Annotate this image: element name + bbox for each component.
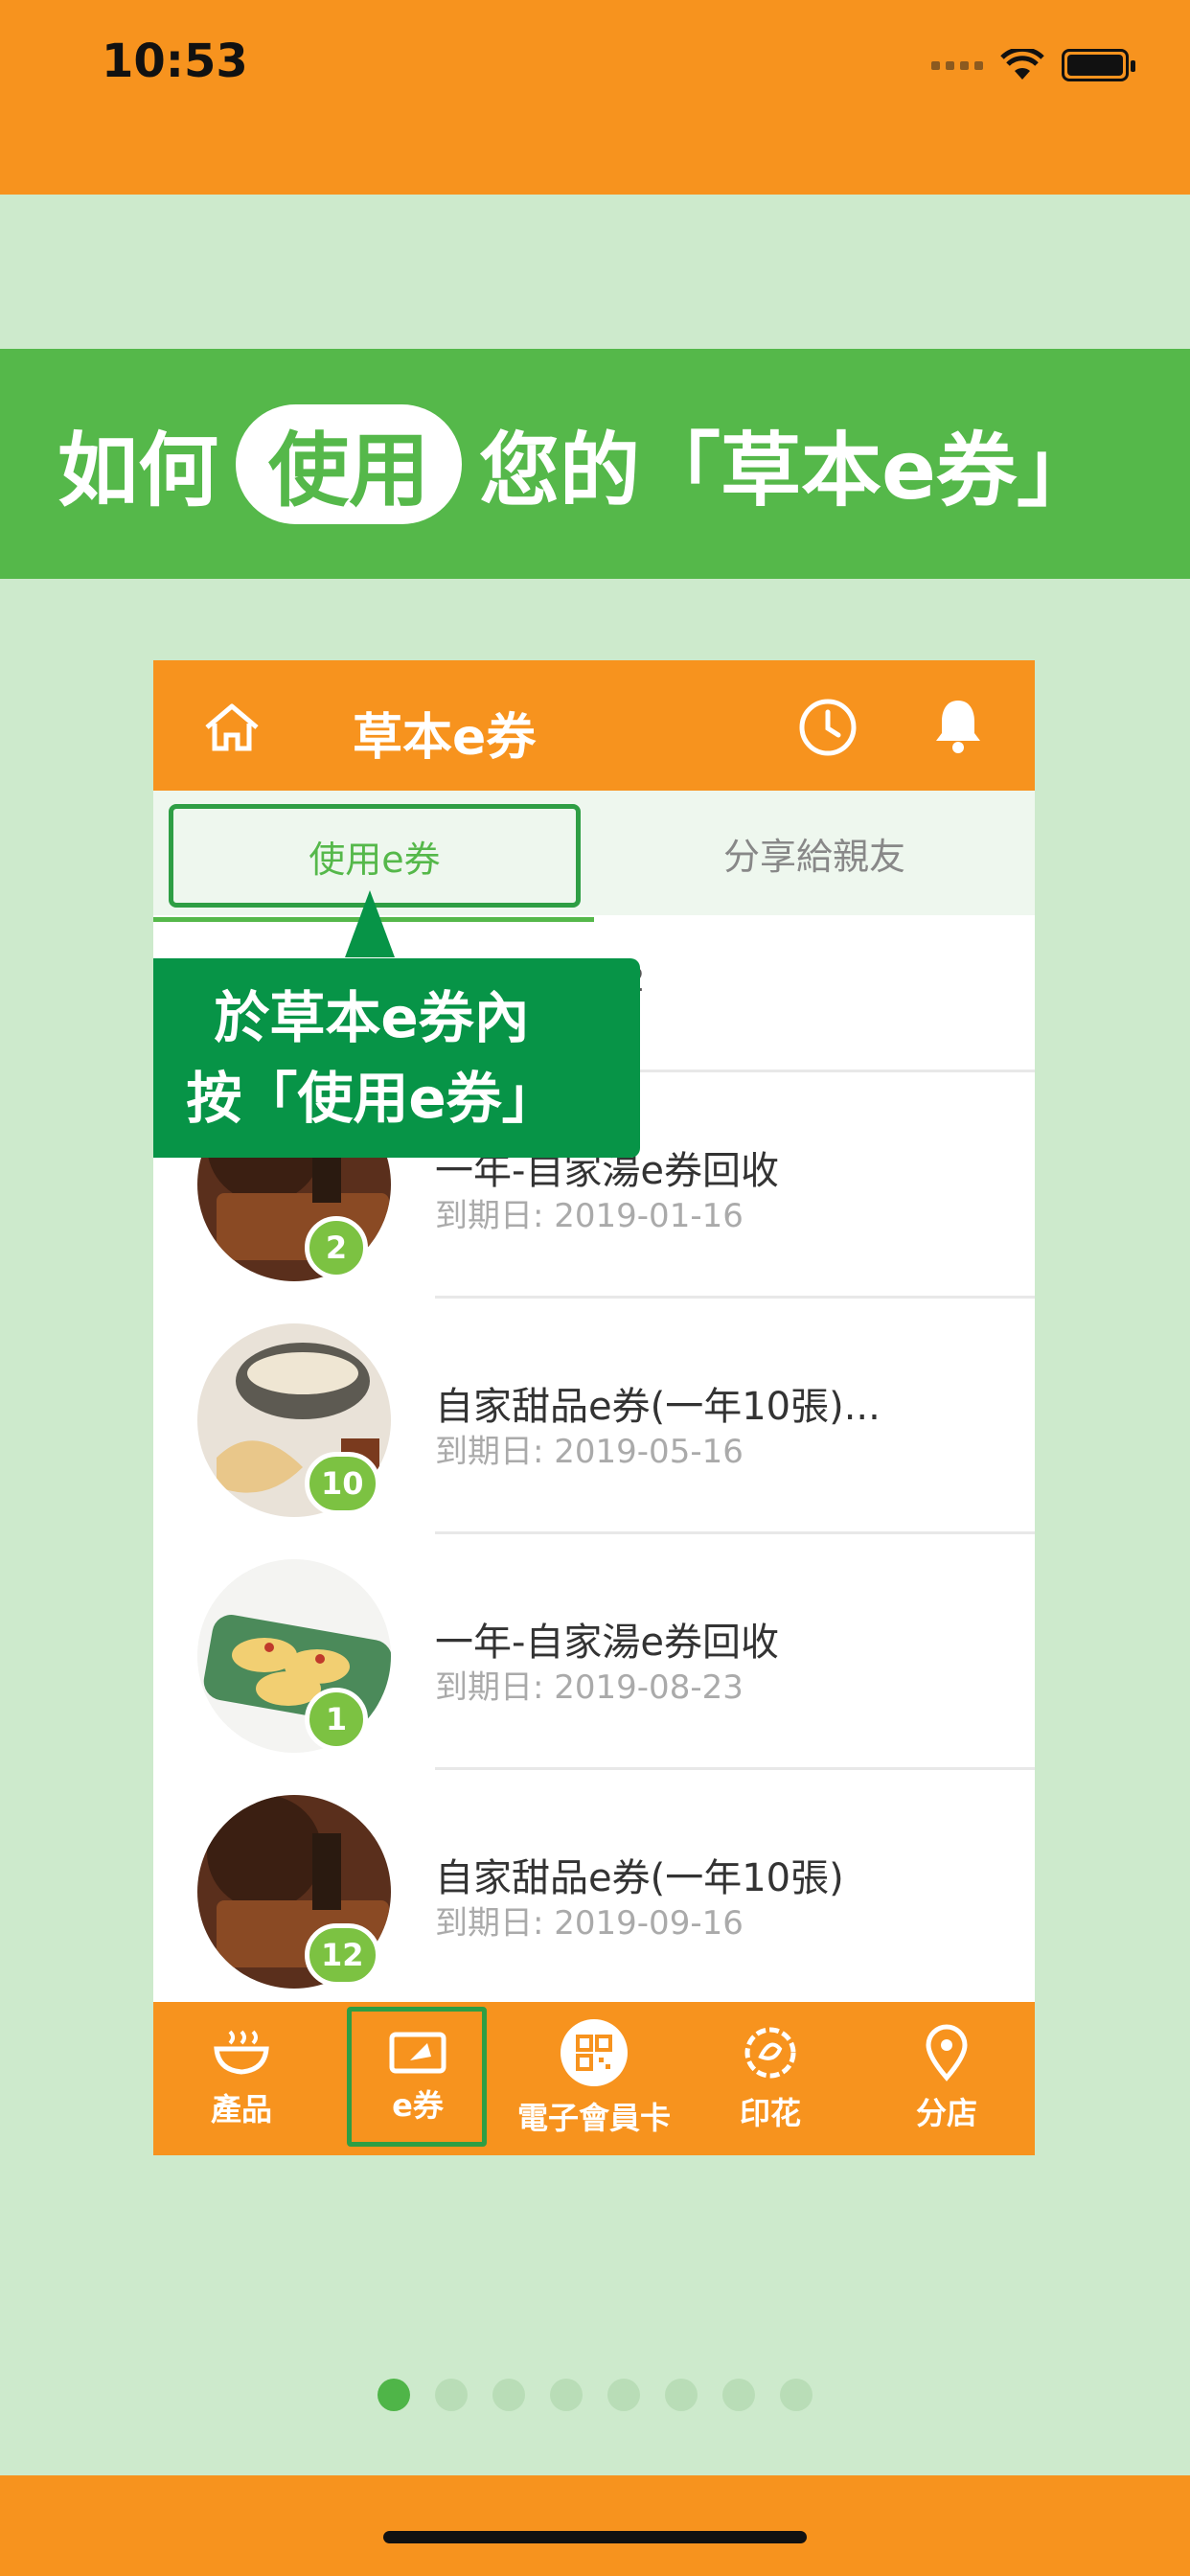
home-indicator[interactable] bbox=[383, 2531, 807, 2543]
item-count-badge: 10 bbox=[305, 1452, 380, 1515]
tooltip-arrow bbox=[345, 890, 395, 957]
mock-bottom-nav: 產品 e券 電子會員卡 印花 分店 bbox=[153, 2002, 1035, 2155]
location-pin-icon bbox=[926, 2024, 968, 2082]
banner-suffix: 您的「草本e券」 bbox=[479, 423, 1098, 518]
tooltip-line-1: 於草本e券內 bbox=[214, 985, 530, 1050]
history-clock-icon[interactable] bbox=[797, 697, 858, 762]
page-dot[interactable] bbox=[492, 2379, 525, 2411]
instruction-banner: 如何 使用 您的「草本e券」 bbox=[0, 349, 1190, 579]
status-bar bbox=[0, 0, 1190, 195]
cellular-signal-icon bbox=[931, 60, 983, 70]
page-dot[interactable] bbox=[607, 2379, 640, 2411]
item-title: 一年-自家湯e券回收 bbox=[435, 1621, 780, 1665]
status-time: 10:53 bbox=[102, 34, 248, 88]
app-screenshot-mockup: 草本e券 使用e券 分享給親友 02 2 一年-自家湯e券回收 到期日: 201… bbox=[153, 660, 1035, 2155]
banner-highlight: 使用 bbox=[236, 403, 463, 524]
list-item[interactable]: 10 自家甜品e券(一年10張)... 到期日: 2019-05-16 bbox=[153, 1299, 1035, 1534]
mock-header bbox=[153, 660, 1035, 791]
nav-label: 分店 bbox=[915, 2095, 977, 2131]
page-dot[interactable] bbox=[780, 2379, 812, 2411]
bowl-icon bbox=[214, 2030, 269, 2075]
item-title: 自家甜品e券(一年10張)... bbox=[435, 1385, 881, 1429]
item-expiry-date: 到期日: 2019-08-23 bbox=[435, 1668, 744, 1707]
list-item[interactable]: 1 一年-自家湯e券回收 到期日: 2019-08-23 bbox=[153, 1534, 1035, 1770]
nav-label: 印花 bbox=[739, 2095, 801, 2131]
nav-label: 電子會員卡 bbox=[516, 2100, 671, 2136]
item-count-badge: 12 bbox=[305, 1923, 380, 1987]
item-title: 自家甜品e券(一年10張) bbox=[435, 1856, 844, 1900]
bottom-bar bbox=[0, 2475, 1190, 2576]
page-dot[interactable] bbox=[435, 2379, 468, 2411]
item-expiry-date: 到期日: 2019-05-16 bbox=[435, 1433, 744, 1471]
item-expiry-date: 到期日: 2019-01-16 bbox=[435, 1197, 744, 1235]
status-icons bbox=[931, 44, 1135, 86]
battery-icon bbox=[1062, 49, 1135, 81]
nav-label: 產品 bbox=[210, 2091, 272, 2128]
mock-title: 草本e券 bbox=[353, 709, 537, 767]
list-item[interactable]: 12 自家甜品e券(一年10張) 到期日: 2019-09-16 bbox=[153, 1770, 1035, 2006]
page-dot[interactable] bbox=[378, 2379, 410, 2411]
tooltip-line-2: 按「使用e券」 bbox=[186, 1066, 558, 1131]
home-icon[interactable] bbox=[201, 701, 263, 758]
page-dot[interactable] bbox=[722, 2379, 755, 2411]
nav-branches[interactable]: 分店 bbox=[858, 2002, 1035, 2155]
page-dot[interactable] bbox=[665, 2379, 698, 2411]
tab-share-friends[interactable]: 分享給親友 bbox=[594, 791, 1035, 915]
item-expiry-date: 到期日: 2019-09-16 bbox=[435, 1904, 744, 1943]
instruction-tooltip: 於草本e券內 按「使用e券」 bbox=[153, 958, 640, 1158]
banner-prefix: 如何 bbox=[57, 423, 219, 518]
banner-title: 如何 使用 您的「草本e券」 bbox=[57, 349, 1097, 579]
wifi-icon bbox=[1000, 49, 1044, 81]
nav-membership-card[interactable]: 電子會員卡 bbox=[506, 2002, 682, 2155]
item-count-badge: 2 bbox=[305, 1216, 368, 1279]
bell-icon[interactable] bbox=[929, 695, 987, 760]
page-indicator bbox=[378, 2379, 812, 2411]
qr-icon bbox=[561, 2019, 628, 2086]
nav-ecoupon-highlight bbox=[347, 2007, 487, 2147]
page-dot[interactable] bbox=[550, 2379, 583, 2411]
nav-stamps[interactable]: 印花 bbox=[682, 2002, 858, 2155]
nav-products[interactable]: 產品 bbox=[153, 2002, 330, 2155]
flower-icon bbox=[744, 2027, 796, 2079]
item-count-badge: 1 bbox=[305, 1688, 368, 1751]
